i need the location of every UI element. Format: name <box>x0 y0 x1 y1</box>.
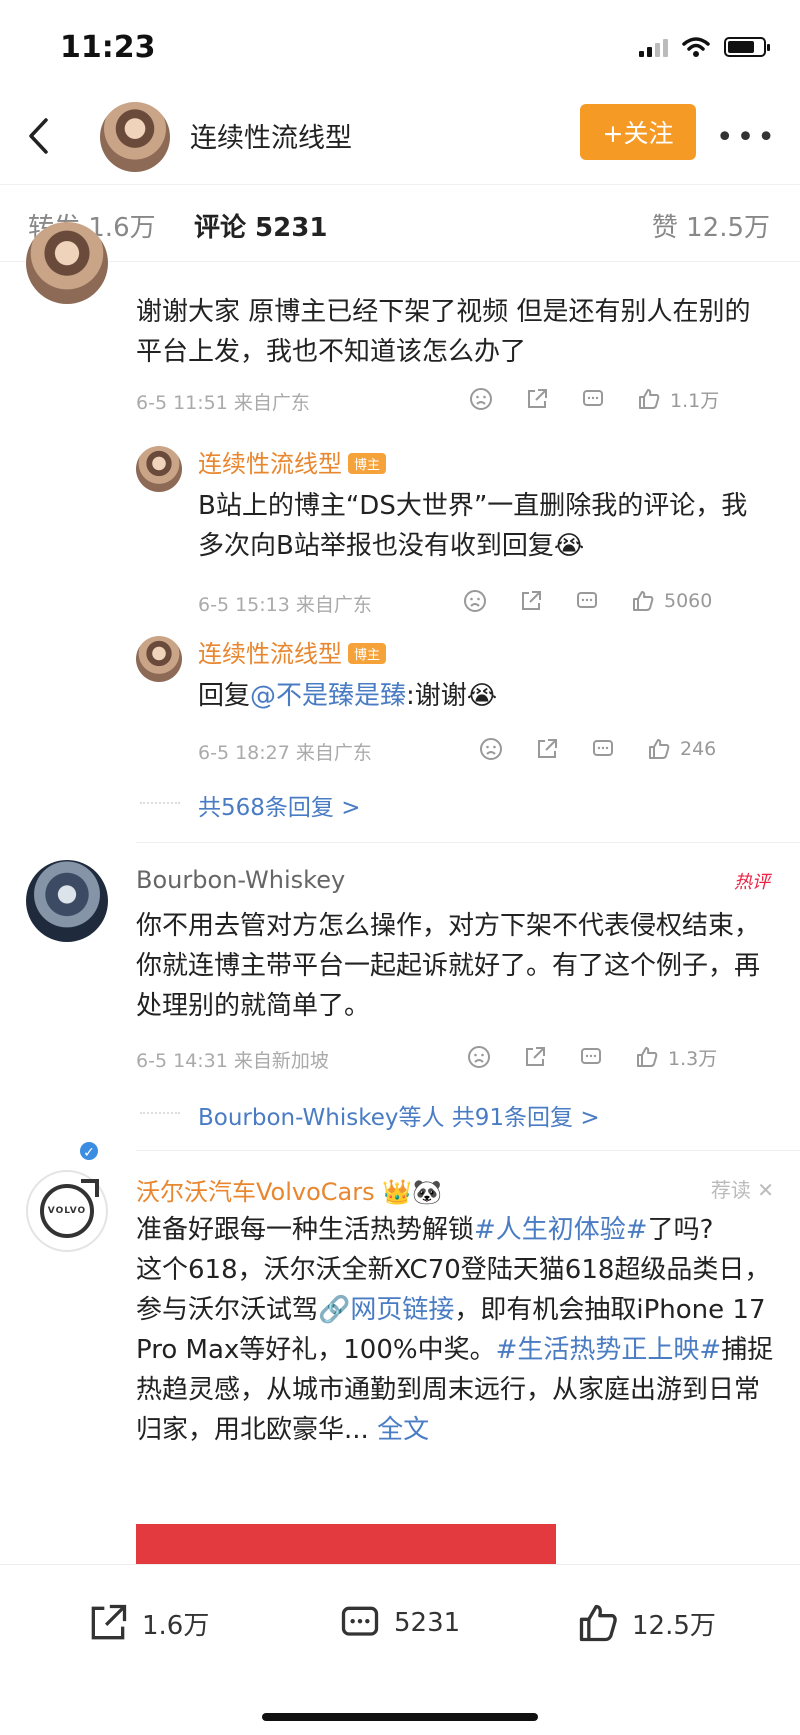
share-icon[interactable] <box>534 736 560 762</box>
verified-icon: ✓ <box>78 1140 100 1162</box>
hashtag-link[interactable]: #人生初体验# <box>474 1215 648 1245</box>
reply-actions: 5060 <box>462 586 712 616</box>
divider <box>136 842 800 843</box>
page-title[interactable]: 连续性流线型 <box>190 116 352 155</box>
like-count: 5060 <box>664 590 713 612</box>
comment-icon <box>341 1606 379 1636</box>
thumbs-up-icon <box>579 1604 617 1642</box>
battery-icon <box>724 37 770 57</box>
avatar[interactable] <box>26 222 108 304</box>
comment-button[interactable]: 5231 <box>338 1601 460 1645</box>
share-icon[interactable] <box>524 386 550 412</box>
comment-actions: 1.1万 <box>468 384 719 414</box>
comment-author[interactable]: Bourbon-Whiskey <box>136 866 345 894</box>
ad-label-close[interactable]: 荐读 ✕ <box>711 1174 774 1203</box>
like-button[interactable]: 1.1万 <box>636 386 719 413</box>
reply-actions: 246 <box>478 734 716 764</box>
reply-text: B站上的博主“DS大世界”一直删除我的评论，我多次向B站举报也没有收到回复😭 <box>198 491 748 561</box>
reply-meta: 6-5 15:13 来自广东 <box>198 594 372 616</box>
share-icon <box>91 1604 127 1640</box>
share-icon[interactable] <box>518 588 544 614</box>
comment-text: 谢谢大家 原博主已经下架了视频 但是还有别人在别的平台上发，我也不知道该怎么办了 <box>136 297 751 367</box>
comment-meta: 6-5 11:51 来自广东 <box>136 392 310 414</box>
like-count: 246 <box>680 738 717 760</box>
read-more-link[interactable]: 全文 <box>377 1415 429 1445</box>
dislike-icon[interactable] <box>462 588 488 614</box>
dots-divider <box>140 1112 180 1114</box>
avatar[interactable] <box>136 446 182 492</box>
bottom-action-bar: 1.6万 5231 12.5万 <box>0 1564 800 1735</box>
avatar[interactable] <box>26 860 108 942</box>
repost-button[interactable]: 1.6万 <box>86 1601 209 1645</box>
comment-actions: 1.3万 <box>466 1042 717 1072</box>
chevron-left-icon <box>29 118 48 154</box>
like-button[interactable]: 1.3万 <box>634 1044 717 1071</box>
dots-divider <box>140 802 180 804</box>
more-replies-link[interactable]: Bourbon-Whiskey等人 共91条回复 > <box>198 1098 600 1132</box>
follow-button[interactable]: +关注 <box>580 104 696 160</box>
dislike-icon[interactable] <box>466 1044 492 1070</box>
dislike-icon[interactable] <box>468 386 494 412</box>
reply-author[interactable]: 连续性流线型 博主 <box>198 444 387 479</box>
reply-icon[interactable] <box>580 386 606 412</box>
status-bar: 11:23 <box>0 0 800 96</box>
web-link[interactable]: 🔗网页链接 <box>318 1295 454 1325</box>
avatar[interactable] <box>136 636 182 682</box>
home-indicator <box>262 1713 538 1721</box>
mention-link[interactable]: @不是臻是臻 <box>250 681 406 711</box>
thumbs-up-icon <box>634 1044 660 1070</box>
more-replies-link[interactable]: 共568条回复 > <box>198 788 360 822</box>
nav-bar: 连续性流线型 +关注 ••• <box>0 96 800 180</box>
reply-meta: 6-5 18:27 来自广东 <box>198 742 372 764</box>
reply-icon[interactable] <box>578 1044 604 1070</box>
reply-icon[interactable] <box>590 736 616 762</box>
dislike-icon[interactable] <box>478 736 504 762</box>
share-icon[interactable] <box>522 1044 548 1070</box>
status-icons <box>639 36 770 58</box>
thumbs-up-icon <box>630 588 656 614</box>
author-avatar[interactable] <box>100 102 170 172</box>
like-count: 1.1万 <box>670 389 720 412</box>
ad-text: 准备好跟每一种生活热势解锁#人生初体验#了吗? 这个618，沃尔沃全新XC70登陆… <box>136 1215 774 1445</box>
like-count: 1.3万 <box>668 1047 718 1070</box>
divider <box>136 1150 800 1151</box>
volvo-logo-icon: VOLVO <box>40 1179 99 1238</box>
back-button[interactable] <box>18 114 58 158</box>
author-badge: 博主 <box>348 643 387 664</box>
wifi-icon <box>682 37 710 57</box>
thumbs-up-icon <box>636 386 662 412</box>
hashtag-link[interactable]: #生活热势正上映# <box>496 1335 722 1365</box>
reply-text: 回复@不是臻是臻:谢谢😭 <box>198 681 498 711</box>
avatar[interactable]: VOLVO <box>26 1170 108 1252</box>
author-badge: 博主 <box>348 453 387 474</box>
comment-text: 你不用去管对方怎么操作，对方下架不代表侵权结束，你就连博主带平台一起起诉就好了。… <box>136 911 761 1021</box>
reply-icon[interactable] <box>574 588 600 614</box>
hot-comment-badge: 热评 <box>734 872 770 893</box>
like-button[interactable]: 5060 <box>630 588 712 614</box>
more-options-icon[interactable]: ••• <box>716 120 778 155</box>
tab-likes[interactable]: 赞 12.5万 <box>652 207 770 244</box>
like-button[interactable]: 12.5万 <box>576 1601 716 1645</box>
stats-tabs: 转发 1.6万 评论 5231 赞 12.5万 <box>0 184 800 262</box>
ad-image[interactable] <box>136 1524 556 1564</box>
status-time: 11:23 <box>60 30 156 65</box>
reply-author[interactable]: 连续性流线型 博主 <box>198 634 387 669</box>
like-button[interactable]: 246 <box>646 736 716 762</box>
ad-author[interactable]: 沃尔沃汽车VolvoCars 👑🐼 <box>136 1172 442 1207</box>
thumbs-up-icon <box>646 736 672 762</box>
cellular-signal-icon <box>639 37 668 57</box>
comment-meta: 6-5 14:31 来自新加坡 <box>136 1050 329 1072</box>
tab-comments[interactable]: 评论 5231 <box>194 207 327 244</box>
